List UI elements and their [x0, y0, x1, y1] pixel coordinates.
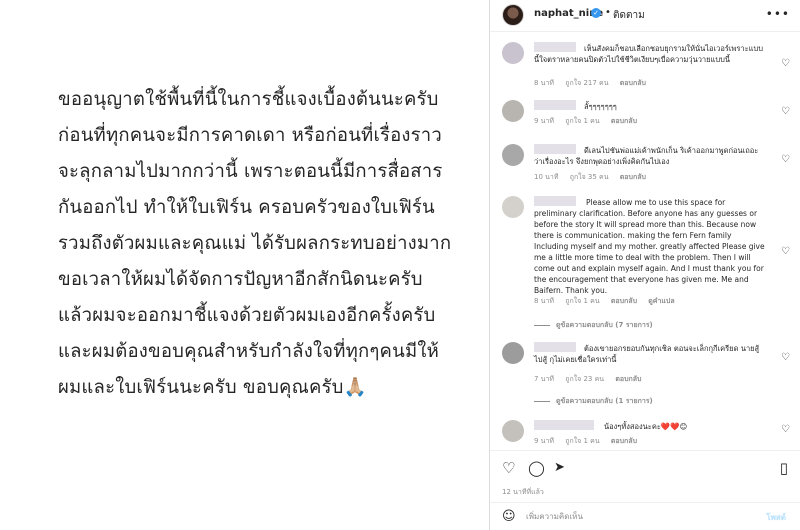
- view-replies-label: ดูข้อความตอบกลับ (7 รายการ): [556, 321, 653, 329]
- commenter-avatar[interactable]: [502, 144, 524, 166]
- comment-meta: 9 นาที ถูกใจ 1 คน ตอบกลับ: [534, 436, 646, 447]
- post-line: และผมต้องขอบคุณสำหรับกำลังใจที่ทุกๆคนมีใ…: [58, 341, 439, 362]
- more-options-icon[interactable]: •••: [766, 7, 790, 21]
- comment-icon[interactable]: ◯: [528, 459, 545, 477]
- post-line: ขอเวลาให้ผมได้จัดการปัญหาอีกสักนิดนะครับ: [58, 269, 423, 290]
- commenter-avatar[interactable]: [502, 196, 524, 218]
- reply-button[interactable]: ตอบกลับ: [611, 437, 637, 445]
- comment-list: เห็นสังคมก็ชอบเลือกชอบยุกรามให้นั่นไอเวอ…: [490, 32, 800, 450]
- comment-meta: 8 นาที ถูกใจ 217 คน ตอบกลับ: [534, 78, 655, 89]
- view-replies-label: ดูข้อความตอบกลับ (1 รายการ): [556, 397, 653, 405]
- separator-dot: •: [605, 7, 611, 18]
- reply-button[interactable]: ตอบกลับ: [620, 173, 646, 181]
- comment-time: 8 นาที: [534, 297, 555, 305]
- post-image: ขออนุญาตใช้พื้นที่นี้ในการชี้แจงเบื้องต้…: [0, 0, 490, 530]
- comment-time: 9 นาที: [534, 437, 555, 445]
- post-line: แล้วผมจะออกมาชี้แจงด้วยตัวผมเองอีกครั้งค…: [58, 305, 436, 326]
- like-heart-icon[interactable]: ♡: [781, 58, 790, 69]
- avatar[interactable]: [502, 4, 524, 26]
- replies-line: [534, 324, 550, 326]
- follow-button[interactable]: ติดตาม: [613, 8, 645, 23]
- commenter-name-redacted[interactable]: [534, 42, 576, 52]
- share-icon[interactable]: ➤: [554, 460, 565, 475]
- view-replies-button[interactable]: ดูข้อความตอบกลับ (7 รายการ): [534, 320, 653, 331]
- post-timestamp: 12 นาทีที่แล้ว: [502, 488, 544, 496]
- comment-time: 8 นาที: [534, 79, 555, 87]
- comment-time: 9 นาที: [534, 117, 555, 125]
- comment-likes[interactable]: ถูกใจ 217 คน: [565, 79, 608, 87]
- comment-meta: 8 นาที ถูกใจ 1 คน ตอบกลับ ดูคำแปล: [534, 296, 684, 307]
- post-line: กันออกไป ทำให้ใบเฟิร์น ครอบครัวของใบเฟิร…: [58, 197, 435, 218]
- reply-button[interactable]: ตอบกลับ: [615, 375, 641, 383]
- reply-button[interactable]: ตอบกลับ: [611, 297, 637, 305]
- bookmark-icon[interactable]: ▯: [780, 459, 788, 477]
- comment-input[interactable]: [526, 509, 746, 523]
- post-line: ผมและใบเฟิร์นนะครับ ขอบคุณครับ🙏🏼: [58, 377, 367, 398]
- comment-likes[interactable]: ถูกใจ 35 คน: [570, 173, 609, 181]
- like-heart-icon[interactable]: ♡: [781, 424, 790, 435]
- view-replies-button[interactable]: ดูข้อความตอบกลับ (1 รายการ): [534, 396, 653, 407]
- commenter-avatar[interactable]: [502, 342, 524, 364]
- comment-meta: 7 นาที ถูกใจ 23 คน ตอบกลับ: [534, 374, 650, 385]
- commenter-avatar[interactable]: [502, 420, 524, 442]
- comment-likes[interactable]: ถูกใจ 1 คน: [565, 117, 599, 125]
- like-heart-icon[interactable]: ♡: [781, 352, 790, 363]
- emoji-icon[interactable]: ☺: [502, 509, 516, 524]
- commenter-name-redacted[interactable]: [534, 100, 576, 110]
- see-translation-button[interactable]: ดูคำแปล: [648, 297, 674, 305]
- commenter-avatar[interactable]: [502, 42, 524, 64]
- like-heart-icon[interactable]: ♡: [781, 154, 790, 165]
- replies-line: [534, 400, 550, 402]
- comment-time: 10 นาที: [534, 173, 559, 181]
- post-line: ก่อนที่ทุกคนจะมีการคาดเดา หรือก่อนที่เรื…: [58, 125, 442, 146]
- comment-likes[interactable]: ถูกใจ 1 คน: [565, 437, 599, 445]
- verified-badge-icon: ✓: [591, 8, 601, 18]
- comment-likes[interactable]: ถูกใจ 23 คน: [565, 375, 604, 383]
- commenter-name-redacted[interactable]: [534, 420, 594, 430]
- post-line: รวมถึงตัวผมและคุณแม่ ได้รับผลกระทบอย่างม…: [58, 233, 452, 254]
- reply-button[interactable]: ตอบกลับ: [620, 79, 646, 87]
- commenter-avatar[interactable]: [502, 100, 524, 122]
- post-header: naphat_nine ✓ • ติดตาม •••: [490, 0, 800, 32]
- comment-meta: 9 นาที ถูกใจ 1 คน ตอบกลับ: [534, 116, 646, 127]
- post-line: จะลุกลามไปมากกว่านี้ เพราะตอนนี้มีการสื่…: [58, 161, 443, 182]
- post-text: ขออนุญาตใช้พื้นที่นี้ในการชี้แจงเบื้องต้…: [58, 82, 478, 406]
- comment-meta: 10 นาที ถูกใจ 35 คน ตอบกลับ: [534, 172, 655, 183]
- action-bar: ♡ ◯ ➤ ▯ 12 นาทีที่แล้ว: [490, 450, 800, 502]
- comment-time: 7 นาที: [534, 375, 555, 383]
- reply-button[interactable]: ตอบกลับ: [611, 117, 637, 125]
- add-comment-bar: ☺ โพสต์: [490, 502, 800, 530]
- commenter-name-redacted[interactable]: [534, 342, 576, 352]
- comment-likes[interactable]: ถูกใจ 1 คน: [565, 297, 599, 305]
- commenter-name-redacted[interactable]: [534, 144, 576, 154]
- like-icon[interactable]: ♡: [502, 459, 515, 477]
- comment-text: Please allow me to use this space for pr…: [534, 198, 765, 295]
- commenter-name-redacted[interactable]: [534, 196, 576, 206]
- post-line: ขออนุญาตใช้พื้นที่นี้ในการชี้แจงเบื้องต้…: [58, 89, 439, 110]
- post-comment-button[interactable]: โพสต์: [766, 511, 786, 524]
- like-heart-icon[interactable]: ♡: [781, 106, 790, 117]
- like-heart-icon[interactable]: ♡: [781, 246, 790, 257]
- comments-panel: naphat_nine ✓ • ติดตาม ••• เห็นสังคมก็ชอ…: [490, 0, 800, 530]
